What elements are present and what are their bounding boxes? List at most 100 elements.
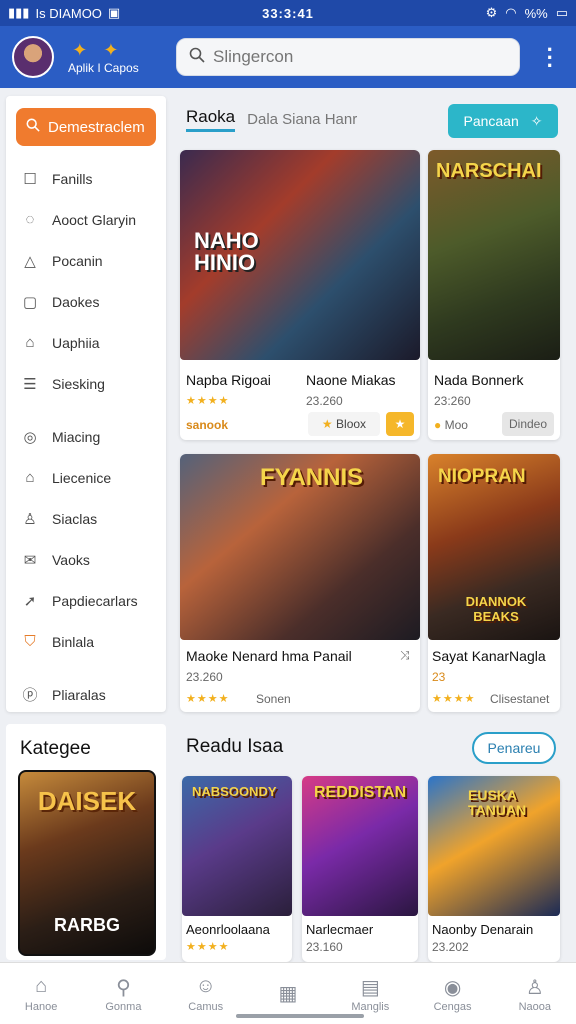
sidebar-item-label: Siesking: [52, 375, 105, 392]
building-icon: ▦: [278, 982, 298, 1005]
game-card[interactable]: NABSOONDY Aeonrloolaana ★★★★: [182, 776, 292, 962]
sidebar-item[interactable]: ⌂ Uaphiia: [6, 322, 166, 363]
bell-icon: △: [24, 252, 36, 270]
game-card[interactable]: REDDISTAN Narlecmaer 23.160: [302, 776, 418, 962]
pin-icon: ◉: [443, 976, 462, 999]
pill-label: Bloox: [336, 417, 367, 431]
sidebar-item[interactable]: ◌ Aooct Glaryin: [6, 199, 166, 240]
card-title: Aeonrloolaana: [186, 922, 270, 937]
game-card[interactable]: NAHO HINIO Napba Rigoai Naone Miakas ★★★…: [180, 150, 420, 440]
sidebar-item[interactable]: ✉ Vaoks: [6, 539, 166, 580]
nav-community[interactable]: ☺ Camus: [165, 963, 247, 1024]
mail-icon: ✉: [23, 551, 37, 569]
sidebar-item[interactable]: ▢ Daokes: [6, 281, 166, 322]
avatar[interactable]: [12, 36, 54, 78]
sidebar-item[interactable]: ☰ Siesking: [6, 363, 166, 404]
user-icon: ♙: [23, 510, 37, 528]
card-sub-label: Moo: [444, 418, 468, 432]
category-card-title: DAISEK: [37, 786, 137, 816]
clock: 33:3:41: [262, 5, 314, 21]
nav-location[interactable]: ◉ Cengas: [411, 963, 493, 1024]
circle-icon: ◎: [23, 428, 37, 446]
sidebar-item-label: Pocanin: [52, 252, 103, 269]
nav-label: Camus: [188, 1000, 224, 1013]
p-circle-icon: ⓟ: [22, 687, 38, 704]
search-icon: [26, 118, 40, 136]
more-menu-icon[interactable]: · · ·: [547, 39, 554, 77]
card-title: Maoke Nenard hma Panail: [186, 648, 352, 664]
nav-profile[interactable]: ♙ Naooa: [494, 963, 576, 1024]
chat-icon: ◌: [25, 211, 35, 228]
category-panel: Kategee DAISEK RARBG: [6, 724, 166, 960]
square-icon: ☐: [23, 170, 37, 188]
home-indicator[interactable]: [236, 1014, 364, 1018]
nav-search[interactable]: ⚲ Gonma: [82, 963, 164, 1024]
card-sub: Sonen: [256, 692, 291, 706]
sidebar-item-label: Uaphiia: [52, 334, 100, 351]
search-icon: [189, 47, 205, 68]
sidebar-item[interactable]: ⌂ Liecenice: [6, 457, 166, 498]
game-art-title: EUSKA TANUAN: [468, 787, 527, 818]
add-button[interactable]: ★: [386, 412, 414, 436]
rating-stars: ★★★★: [186, 693, 230, 705]
card-count: 23: [432, 670, 446, 684]
sidebar-item[interactable]: ➚ Papdiecarlars: [6, 580, 166, 621]
app-name: Aplik I Capos: [68, 60, 139, 75]
card-title: Narlecmaer: [306, 922, 374, 937]
game-card[interactable]: FYANNIS Maoke Nenard hma Panail 23.260 ★…: [180, 454, 420, 712]
bookmark-pill[interactable]: ★ Bloox: [308, 412, 380, 436]
sidebar-item[interactable]: △ Pocanin: [6, 240, 166, 281]
card-count: 23.160: [306, 940, 343, 954]
section-button[interactable]: Penareu: [472, 732, 556, 764]
search-input[interactable]: [213, 47, 493, 67]
status-pill[interactable]: Dindeo: [502, 412, 554, 436]
sidebar-item[interactable]: ♙ Siaclas: [6, 498, 166, 539]
section-title: Readu Isaa: [186, 736, 284, 757]
game-art-title: REDDISTAN: [314, 784, 407, 801]
sidebar-item-label: Pliaralas: [52, 686, 106, 703]
card-tag: sanook: [186, 418, 229, 432]
share-icon[interactable]: ⤨: [400, 648, 410, 663]
card-count: 23.202: [432, 940, 469, 954]
sidebar-item[interactable]: ☐ Fanills: [6, 158, 166, 199]
nav-label: Cengas: [433, 1000, 472, 1013]
sidebar-item-label: Papdiecarlars: [52, 592, 138, 609]
card-title: Naonby Denarain: [432, 922, 534, 937]
star-icon: ★: [321, 417, 333, 431]
sidebar-item[interactable]: ⛉ Binlala: [6, 621, 166, 662]
card-count: 23.260: [186, 670, 223, 684]
nav-home[interactable]: ⌂ Hanoe: [0, 963, 82, 1024]
action-button[interactable]: Pancaan ✧: [448, 104, 558, 138]
rating-stars: ★★★★: [186, 395, 230, 407]
tab-secondary[interactable]: Dala Siana Hanr: [247, 111, 357, 128]
game-card[interactable]: NARSCHAI Nada Bonnerk 23:260 ● Moo Dinde…: [428, 150, 560, 440]
game-art-title: NAHO HINIO: [194, 228, 259, 275]
map-icon: ▤: [360, 976, 380, 999]
action-button-label: Pancaan: [463, 113, 519, 129]
sidebar-item-label: Daokes: [52, 293, 100, 310]
sidebar-item-label: Liecenice: [52, 469, 112, 486]
sidebar: Demestraclem ☐ Fanills ◌ Aooct Glaryin △ Po…: [6, 96, 166, 712]
game-card[interactable]: NIOPRAN DIANNOK BEAKS Sayat KanarNagla 2…: [428, 454, 560, 712]
search-bar[interactable]: [176, 38, 520, 76]
home-icon: ⌂: [35, 974, 48, 997]
nav-label: Hanoe: [24, 1000, 58, 1013]
sidebar-item[interactable]: ◎ Miacing: [6, 416, 166, 457]
tab-active[interactable]: Raoka: [186, 107, 236, 132]
search-icon: ⚲: [116, 976, 131, 999]
category-card[interactable]: DAISEK RARBG: [18, 770, 156, 956]
sidebar-item-label: Siaclas: [52, 510, 98, 527]
nav-label: Manglis: [351, 1000, 390, 1013]
category-card-subtitle: RARBG: [54, 915, 120, 935]
sidebar-item-label: Vaoks: [52, 551, 90, 568]
card-sub: ● Moo: [434, 418, 468, 432]
rating-stars: ★★★★: [186, 941, 230, 953]
card-sub: Clisestanet: [490, 692, 550, 706]
sidebar-item[interactable]: ⓟ Pliaralas: [6, 674, 166, 715]
app-logo[interactable]: ✦✦ Aplik I Capos: [68, 40, 139, 75]
sidebar-primary-button[interactable]: Demestraclem: [16, 108, 156, 146]
rating-stars: ★★★★: [432, 693, 476, 705]
game-card[interactable]: EUSKA TANUAN Naonby Denarain 23.202: [428, 776, 560, 962]
game-art-title: NIOPRAN: [438, 466, 526, 487]
logo-icon: ✦✦: [72, 39, 135, 60]
